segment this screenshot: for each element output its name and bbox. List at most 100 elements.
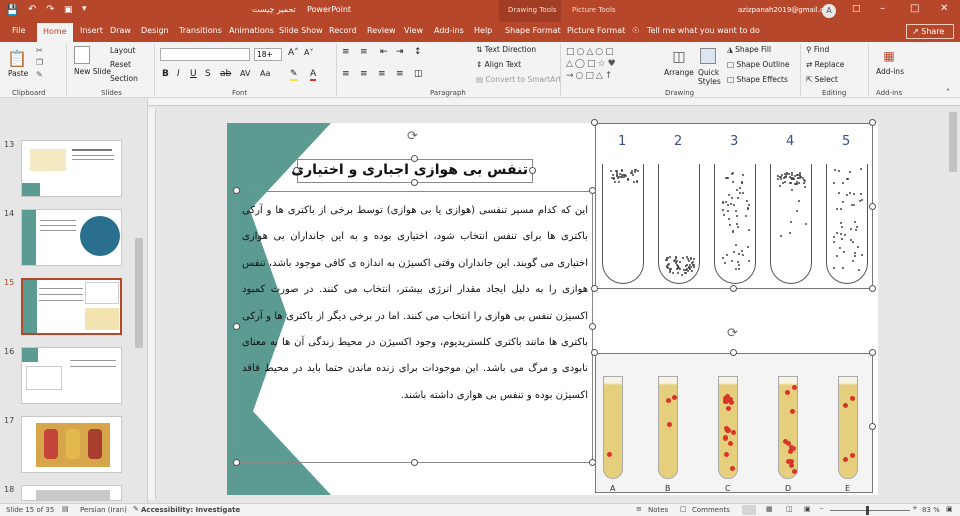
text-direction-button[interactable]: ⇅ Text Direction [476, 45, 536, 54]
tab-animations[interactable]: Animations [229, 26, 274, 35]
present-icon[interactable]: ▣ [64, 5, 73, 15]
char-spacing-icon[interactable]: AV [240, 69, 250, 78]
slide-thumbnail-16[interactable] [21, 347, 122, 404]
tab-add-ins[interactable]: Add-ins [434, 26, 464, 35]
tab-record[interactable]: Record [329, 26, 357, 35]
tab-insert[interactable]: Insert [80, 26, 103, 35]
resize-handle[interactable] [591, 285, 598, 292]
shapes-gallery[interactable]: □○△○▢ △◯□☆♥ →○□△↑ [566, 46, 656, 84]
quick-styles-icon[interactable] [700, 48, 716, 64]
slide-thumbnail-14[interactable] [21, 209, 122, 266]
align-left-icon[interactable]: ≡ [342, 69, 350, 79]
tab-file[interactable]: File [12, 26, 25, 35]
tab-home[interactable]: Home [37, 23, 73, 42]
shape-effects-button[interactable]: □ Shape Effects [727, 75, 788, 84]
collapse-ribbon-icon[interactable]: ˄ [946, 88, 950, 97]
cut-icon[interactable]: ✂ [36, 46, 43, 55]
normal-view-icon[interactable] [742, 505, 756, 515]
add-ins-button[interactable]: Add-ins [876, 67, 904, 76]
resize-handle[interactable] [233, 323, 240, 330]
underline-icon[interactable]: U [190, 69, 197, 79]
notes-button[interactable]: Notes [648, 506, 668, 514]
bold-icon[interactable]: B [162, 69, 169, 79]
canvas-scrollbar-thumb[interactable] [949, 112, 957, 172]
italic-icon[interactable]: I [177, 69, 180, 79]
resize-handle[interactable] [293, 167, 300, 174]
save-icon[interactable]: 💾 [6, 5, 18, 16]
arrange-button[interactable]: Arrange [664, 68, 694, 77]
copy-icon[interactable]: ❐ [36, 58, 43, 67]
body-textbox-selection[interactable]: این که کدام مسیر تنفسی (هوازی یا بی هواز… [237, 191, 593, 463]
slide-thumbnail-15-active[interactable] [21, 278, 122, 335]
align-center-icon[interactable]: ≡ [360, 69, 368, 79]
arrange-icon[interactable]: ◫ [670, 48, 688, 66]
close-icon[interactable]: ✕ [940, 3, 948, 14]
slide-sorter-icon[interactable]: ▦ [766, 505, 773, 513]
section-button[interactable]: Section [110, 74, 138, 83]
resize-handle[interactable] [411, 155, 418, 162]
resize-handle[interactable] [411, 459, 418, 466]
resize-handle[interactable] [869, 203, 876, 210]
spelling-icon[interactable]: ▤ [62, 505, 69, 513]
font-name-box[interactable] [160, 48, 250, 61]
justify-icon[interactable]: ≡ [396, 69, 404, 79]
add-ins-icon[interactable]: ▦ [880, 48, 898, 64]
tell-me-search[interactable]: Tell me what you want to do [647, 26, 760, 35]
quick-styles-button[interactable]: Quick Styles [698, 68, 722, 86]
fit-to-window-icon[interactable]: ▣ [946, 505, 953, 513]
resize-handle[interactable] [233, 187, 240, 194]
resize-handle[interactable] [730, 285, 737, 292]
vials-picture[interactable]: A B C D E [595, 353, 873, 493]
undo-icon[interactable]: ↶ [28, 4, 36, 15]
tab-slide-show[interactable]: Slide Show [279, 26, 323, 35]
slide-title[interactable]: تنفس بی هوازی اجباری و اختیاری [291, 162, 528, 178]
share-button[interactable]: ↗ Share [906, 24, 954, 39]
accessibility-status[interactable]: Accessibility: Investigate [141, 506, 240, 514]
bullets-icon[interactable]: ≡ [342, 47, 350, 57]
font-size-box[interactable]: 18+ [254, 48, 282, 61]
paste-button[interactable]: Paste [8, 69, 28, 78]
font-color-icon[interactable]: A [310, 69, 317, 81]
smartart-button[interactable]: ▤ Convert to SmartArt [476, 75, 561, 84]
format-painter-icon[interactable]: ✎ [36, 70, 43, 79]
strikethrough-icon[interactable]: ab [220, 69, 231, 79]
redo-icon[interactable]: ↷ [46, 4, 54, 15]
shape-outline-button[interactable]: □ Shape Outline [727, 60, 790, 69]
zoom-level[interactable]: 83 % [922, 506, 940, 514]
decrease-font-icon[interactable]: A˅ [304, 48, 313, 57]
resize-handle[interactable] [869, 349, 876, 356]
align-text-button[interactable]: ⇕ Align Text [476, 60, 521, 69]
language-indicator[interactable]: Persian (Iran) [80, 506, 127, 514]
tab-design[interactable]: Design [141, 26, 169, 35]
resize-handle[interactable] [869, 285, 876, 292]
resize-handle[interactable] [591, 349, 598, 356]
align-right-icon[interactable]: ≡ [378, 69, 386, 79]
increase-indent-icon[interactable]: ⇥ [396, 47, 404, 57]
highlight-icon[interactable]: ✎ [290, 69, 298, 81]
new-slide-icon[interactable] [74, 46, 90, 64]
layout-button[interactable]: Layout [110, 46, 136, 55]
tab-review[interactable]: Review [367, 26, 396, 35]
tab-transitions[interactable]: Transitions [179, 26, 222, 35]
slide-thumbnail-17[interactable] [21, 416, 122, 473]
tab-picture-format[interactable]: Picture Format [567, 26, 625, 35]
find-button[interactable]: ⚲ Find [806, 45, 829, 54]
new-slide-button[interactable]: New Slide [74, 67, 111, 76]
tab-help[interactable]: Help [474, 26, 492, 35]
resize-handle[interactable] [730, 349, 737, 356]
ribbon-display-icon[interactable]: □ [852, 4, 861, 14]
shadow-icon[interactable]: S [205, 69, 211, 79]
scrollbar-thumb[interactable] [135, 238, 143, 348]
resize-handle[interactable] [529, 167, 536, 174]
avatar[interactable]: A [822, 4, 836, 18]
resize-handle[interactable] [869, 119, 876, 126]
paste-icon[interactable]: 📋 [7, 48, 27, 68]
slide-thumbnail-13[interactable] [21, 140, 122, 197]
rotate-handle-icon[interactable]: ⟳ [407, 129, 418, 144]
zoom-slider-thumb[interactable] [866, 506, 869, 515]
resize-handle[interactable] [411, 179, 418, 186]
zoom-slider[interactable] [830, 506, 910, 515]
comments-button[interactable]: Comments [692, 506, 730, 514]
tab-view[interactable]: View [404, 26, 423, 35]
rotate-handle-icon[interactable]: ⟳ [727, 326, 738, 341]
